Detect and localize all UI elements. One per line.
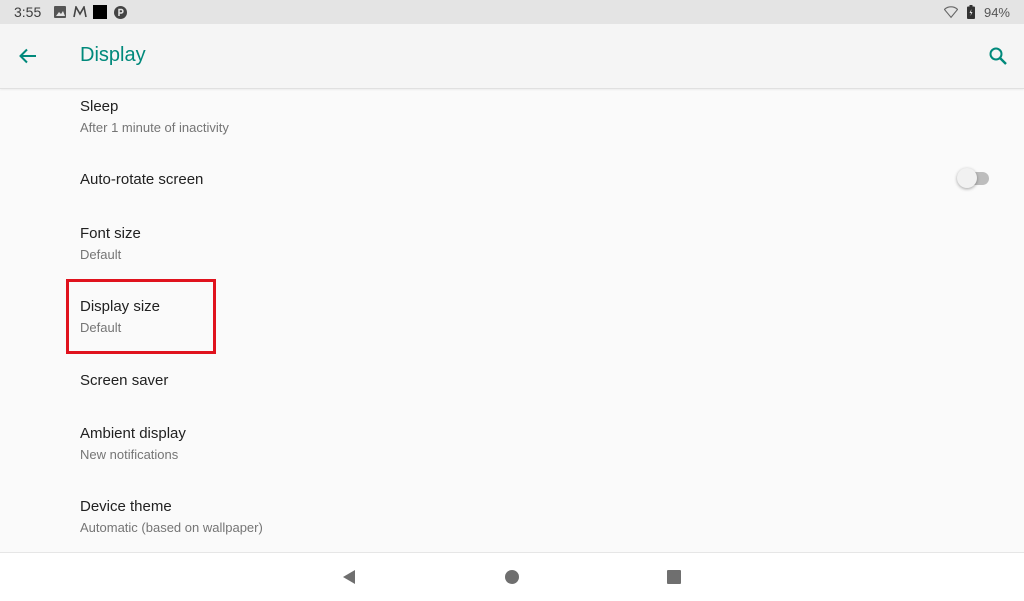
page-title: Display [80,44,146,66]
image-icon [53,5,67,19]
status-system-icons: 94% [943,4,1010,20]
setting-font-size[interactable]: Font size Default [0,215,1024,275]
setting-title: Ambient display [80,425,186,442]
wifi-icon [943,5,958,19]
app-bar: Display [0,24,1024,89]
setting-title: Sleep [80,98,119,115]
status-bar: 3:55 94% [0,0,1024,24]
setting-ambient-display[interactable]: Ambient display New notifications [0,415,1024,475]
nav-home-button[interactable] [500,565,524,589]
setting-title: Device theme [80,498,172,515]
search-button[interactable] [984,42,1012,70]
nav-back-button[interactable] [337,565,361,589]
setting-summary: New notifications [80,447,179,462]
toggle-thumb [957,168,977,188]
setting-title: Display size [80,298,161,315]
setting-screen-saver[interactable]: Screen saver [0,351,1024,407]
setting-sleep[interactable]: Sleep After 1 minute of inactivity [0,89,1024,145]
setting-auto-rotate[interactable]: Auto-rotate screen [0,149,1024,209]
setting-summary: Default [80,320,122,335]
battery-percent: 94% [983,4,1010,20]
setting-title: Auto-rotate screen [80,171,204,188]
recents-square-icon [667,570,681,584]
nav-recents-button[interactable] [662,565,686,589]
auto-rotate-toggle[interactable] [957,168,989,188]
setting-summary: Automatic (based on wallpaper) [80,520,263,535]
p-circle-icon [113,5,127,19]
setting-summary: After 1 minute of inactivity [80,120,229,135]
setting-display-size[interactable]: Display size Default [0,288,1024,348]
status-time: 3:55 [14,4,42,20]
settings-list: Sleep After 1 minute of inactivity Auto-… [0,89,1024,551]
status-notification-icons [53,5,127,19]
setting-summary: Default [80,247,122,262]
black-square-icon [93,5,108,19]
back-button[interactable] [14,42,42,70]
home-circle-icon [505,570,519,584]
back-triangle-icon [343,570,355,584]
setting-device-theme[interactable]: Device theme Automatic (based on wallpap… [0,488,1024,548]
setting-title: Font size [80,225,141,242]
arrow-back-icon [19,48,36,64]
navigation-bar [0,552,1024,601]
search-icon [989,47,1007,65]
battery-icon [964,5,978,19]
setting-title: Screen saver [80,372,169,389]
notification-m-icon [73,5,88,19]
